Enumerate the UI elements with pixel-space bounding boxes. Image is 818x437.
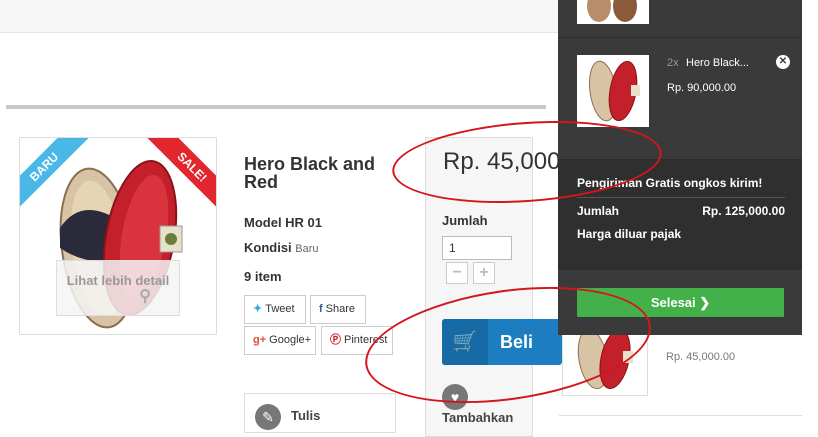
share-label: Share: [325, 303, 356, 315]
quantity-input[interactable]: 1: [442, 236, 512, 260]
remove-item-icon[interactable]: ✕: [776, 55, 790, 69]
page-edge: [802, 0, 818, 427]
cart-item-price: Rp. 90,000.00: [667, 82, 737, 94]
product-image[interactable]: BARU SALE! Lihat lebih detail ⚲: [19, 137, 217, 335]
condition-label: Kondisi: [244, 240, 292, 255]
google-plus-button[interactable]: g+ Google+: [244, 326, 316, 355]
cart-item-thumbnail[interactable]: [577, 0, 649, 24]
related-product-price: Rp. 45,000.00: [666, 351, 736, 363]
google-plus-icon: g+: [253, 334, 267, 346]
divider: [577, 197, 785, 198]
quantity-label: Jumlah: [442, 213, 488, 228]
tweet-button[interactable]: ✦ Tweet: [244, 295, 306, 324]
facebook-share-button[interactable]: f Share: [310, 295, 366, 324]
write-review-label: Tulis: [291, 408, 321, 423]
add-to-wishlist-label[interactable]: Tambahkan: [442, 410, 513, 425]
cart-total-label: Jumlah: [577, 204, 620, 218]
cart-item-thumbnail[interactable]: [577, 55, 649, 127]
pencil-icon: ✎: [255, 404, 281, 430]
twitter-icon: ✦: [253, 303, 263, 315]
sandal-image: [587, 0, 637, 22]
cart-item-name[interactable]: Hero Black...: [686, 57, 749, 69]
google-plus-label: Google+: [269, 334, 312, 346]
condition-value: Baru: [295, 243, 319, 255]
tweet-label: Tweet: [265, 303, 295, 315]
product-model: Model HR 01: [244, 215, 323, 230]
zoom-icon: ⚲: [139, 288, 151, 305]
product-title: Hero Black and Red: [244, 154, 376, 192]
quantity-decrease-button[interactable]: −: [446, 262, 468, 284]
quantity-increase-button[interactable]: +: [473, 262, 495, 284]
sandal-image: [588, 60, 640, 122]
pinterest-icon: Ⓟ: [330, 334, 341, 346]
tax-note: Harga diluar pajak: [577, 227, 682, 241]
section-divider: [6, 105, 546, 109]
cart-item: [558, 0, 802, 38]
view-detail-label: Lihat lebih detail: [66, 273, 170, 288]
divider: [559, 415, 802, 416]
product-condition: Kondisi Baru: [244, 240, 319, 255]
write-review-button[interactable]: ✎ Tulis: [244, 393, 396, 433]
view-detail-button[interactable]: Lihat lebih detail ⚲: [56, 260, 180, 316]
facebook-icon: f: [319, 303, 323, 315]
cart-item-quantity: 2x: [667, 57, 679, 69]
product-stock: 9 item: [244, 269, 282, 284]
cart-total-value: Rp. 125,000.00: [702, 204, 785, 218]
